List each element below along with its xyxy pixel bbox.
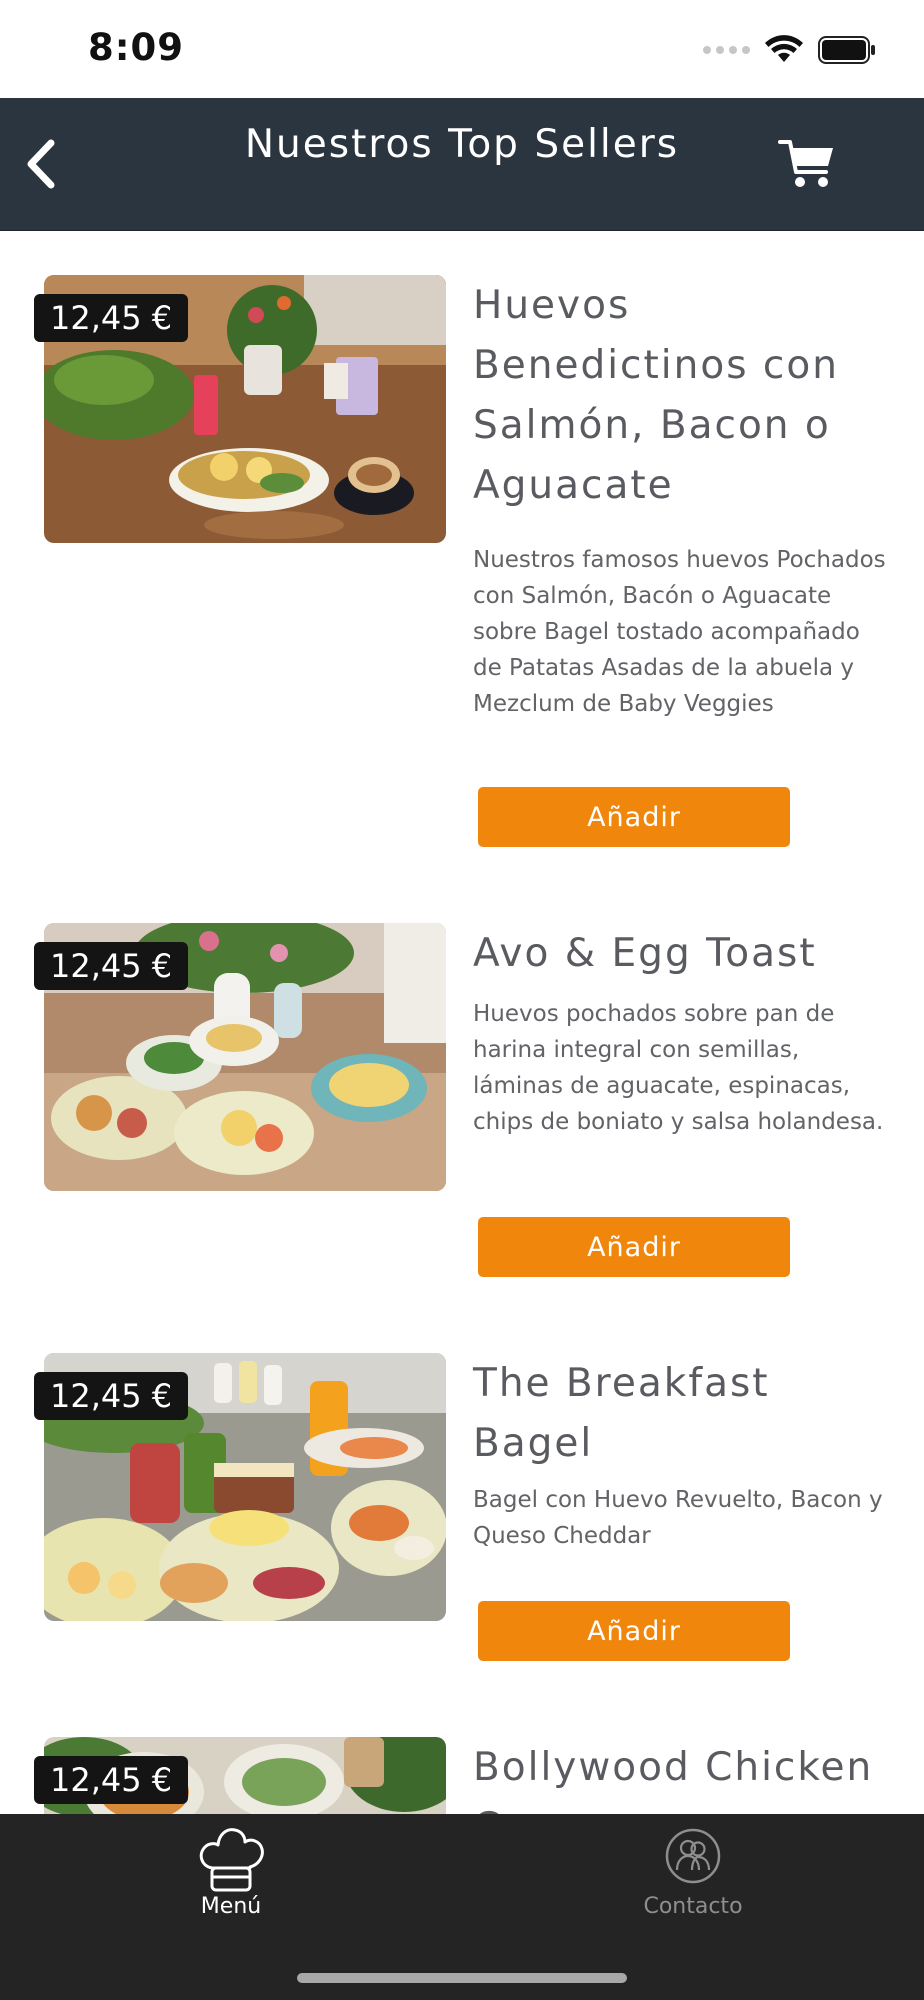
home-indicator[interactable]	[297, 1973, 627, 1983]
cart-button[interactable]	[778, 136, 836, 192]
add-button[interactable]: Añadir	[478, 1601, 790, 1661]
back-button[interactable]	[12, 134, 68, 194]
product-card: 12,45 € Avo & Egg Toast Huevos pochados …	[0, 878, 924, 1308]
product-card: 12,45 € Huevos Benedictinos con Salmón, …	[0, 230, 924, 878]
cellular-signal-icon	[703, 46, 750, 54]
battery-icon	[818, 36, 875, 64]
tab-contacto[interactable]: Contacto	[462, 1814, 924, 1934]
add-button[interactable]: Añadir	[478, 1217, 790, 1277]
price-badge: 12,45 €	[34, 294, 189, 342]
product-card: 12,45 € Bollywood Chicken Curry	[0, 1692, 924, 1814]
chevron-left-icon	[27, 139, 55, 189]
product-description: Huevos pochados sobre pan de harina inte…	[473, 1001, 884, 1135]
price-badge: 12,45 €	[34, 1756, 189, 1804]
shopping-cart-icon	[778, 140, 833, 187]
tab-contacto-label: Contacto	[643, 1894, 743, 1919]
page-title: Nuestros Top Sellers	[244, 122, 680, 167]
price-badge: 12,45 €	[34, 1372, 189, 1420]
tab-menu-label: Menú	[200, 1894, 262, 1919]
app-screen: 8:09 Nuestros Top Sellers 12,45 € Huevos…	[0, 0, 924, 2000]
product-title: Bollywood Chicken Curry	[473, 1745, 874, 1814]
product-list[interactable]: 12,45 € Huevos Benedictinos con Salmón, …	[0, 230, 924, 1814]
product-title: Huevos Benedictinos con Salmón, Bacon o …	[473, 283, 839, 508]
product-description: Nuestros famosos huevos Pochados con Sal…	[473, 547, 886, 717]
add-button[interactable]: Añadir	[478, 787, 790, 847]
price-badge: 12,45 €	[34, 942, 189, 990]
status-bar: 8:09	[0, 0, 924, 98]
product-card: 12,45 € The Breakfast Bagel Bagel con Hu…	[0, 1308, 924, 1692]
product-description: Bagel con Huevo Revuelto, Bacon y Queso …	[473, 1487, 883, 1549]
wifi-icon	[765, 35, 803, 62]
tab-menu[interactable]: Menú	[0, 1814, 462, 1934]
chef-hat-icon	[199, 1828, 264, 1892]
status-icons	[703, 32, 876, 68]
contact-people-icon	[665, 1828, 721, 1884]
product-title: Avo & Egg Toast	[473, 931, 817, 976]
product-title: The Breakfast Bagel	[473, 1361, 770, 1466]
status-time: 8:09	[88, 26, 185, 69]
app-header: Nuestros Top Sellers	[0, 98, 924, 231]
